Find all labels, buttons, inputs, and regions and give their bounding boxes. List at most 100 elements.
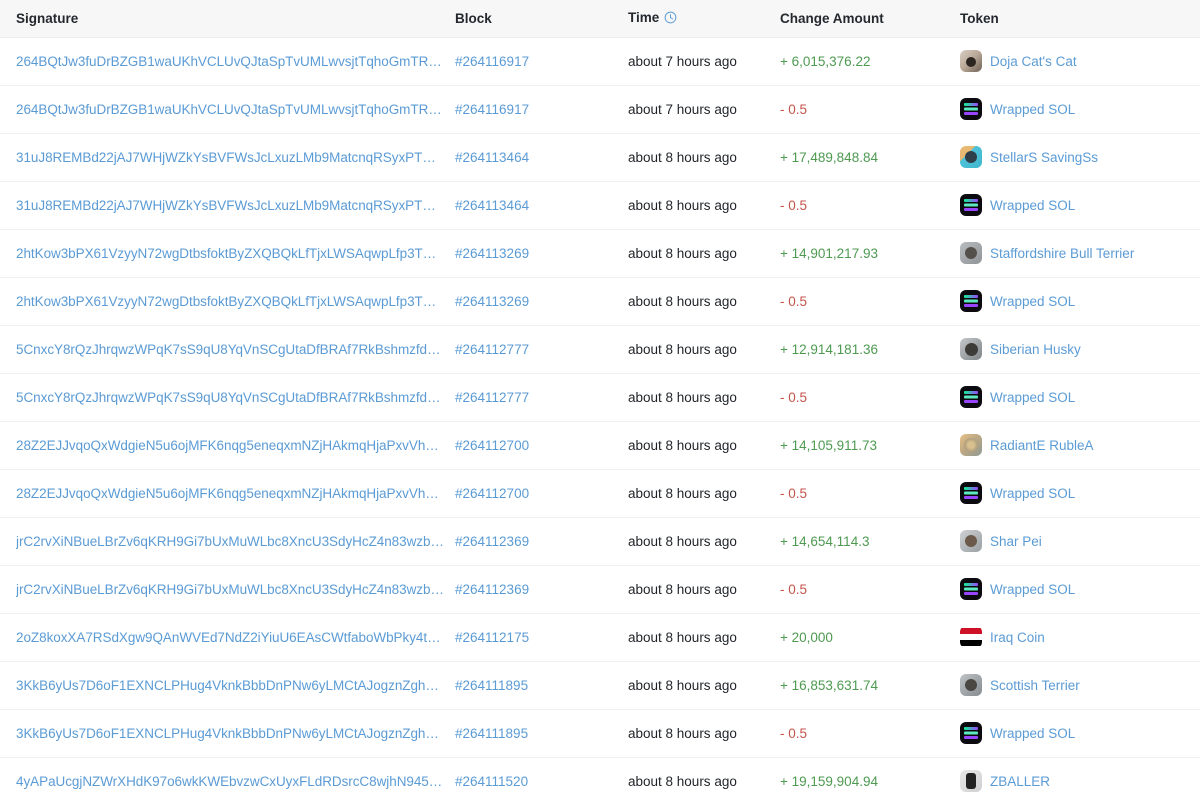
signature-link[interactable]: 28Z2EJJvqoQxWdgieN5u6ojMFK6nqg5eneqxmNZj…	[16, 438, 448, 453]
signature-link[interactable]: jrC2rvXiNBueLBrZv6qKRH9Gi7bUxMuWLbc8XncU…	[16, 582, 448, 597]
token-link[interactable]: Staffordshire Bull Terrier	[990, 246, 1134, 261]
signature-cell: 3KkB6yUs7D6oF1EXNCLPHug4VknkBbbDnPNw6yLM…	[0, 709, 455, 757]
signature-link[interactable]: 2htKow3bPX61VzyyN72wgDtbsfoktByZXQBQkLfT…	[16, 294, 448, 309]
token-cell: StellarS SavingSs	[960, 133, 1200, 181]
signature-cell: 28Z2EJJvqoQxWdgieN5u6ojMFK6nqg5eneqxmNZj…	[0, 421, 455, 469]
block-link[interactable]: #264112700	[455, 486, 529, 501]
signature-cell: 2htKow3bPX61VzyyN72wgDtbsfoktByZXQBQkLfT…	[0, 277, 455, 325]
block-link[interactable]: #264112369	[455, 534, 529, 549]
table-row[interactable]: 3KkB6yUs7D6oF1EXNCLPHug4VknkBbbDnPNw6yLM…	[0, 661, 1200, 709]
wrapped-sol-token-icon	[960, 578, 982, 600]
block-link[interactable]: #264113464	[455, 150, 529, 165]
token-link[interactable]: Wrapped SOL	[990, 486, 1075, 501]
table-row[interactable]: 4yAPaUcgjNZWrXHdK97o6wkKWEbvzwCxUyxFLdRD…	[0, 757, 1200, 795]
token-link[interactable]: Wrapped SOL	[990, 390, 1075, 405]
block-link[interactable]: #264112777	[455, 342, 529, 357]
table-row[interactable]: 28Z2EJJvqoQxWdgieN5u6ojMFK6nqg5eneqxmNZj…	[0, 469, 1200, 517]
block-link[interactable]: #264116917	[455, 102, 529, 117]
block-cell: #264112777	[455, 325, 628, 373]
token-link[interactable]: Wrapped SOL	[990, 726, 1075, 741]
change-amount-cell: - 0.5	[780, 469, 960, 517]
table-row[interactable]: 3KkB6yUs7D6oF1EXNCLPHug4VknkBbbDnPNw6yLM…	[0, 709, 1200, 757]
block-link[interactable]: #264112175	[455, 630, 529, 645]
table-row[interactable]: 28Z2EJJvqoQxWdgieN5u6ojMFK6nqg5eneqxmNZj…	[0, 421, 1200, 469]
block-link[interactable]: #264112369	[455, 582, 529, 597]
signature-link[interactable]: 31uJ8REMBd22jAJ7WHjWZkYsBVFWsJcLxuzLMb9M…	[16, 150, 448, 165]
token-cell: Iraq Coin	[960, 613, 1200, 661]
time-cell: about 8 hours ago	[628, 341, 737, 357]
signature-link[interactable]: 3KkB6yUs7D6oF1EXNCLPHug4VknkBbbDnPNw6yLM…	[16, 678, 448, 693]
table-row[interactable]: 2htKow3bPX61VzyyN72wgDtbsfoktByZXQBQkLfT…	[0, 277, 1200, 325]
token-wrapper: RadiantE RubleA	[960, 434, 1200, 456]
column-header-token[interactable]: Token	[960, 0, 1200, 38]
column-header-block[interactable]: Block	[455, 0, 628, 38]
signature-cell: 264BQtJw3fuDrBZGB1waUKhVCLUvQJtaSpTvUMLw…	[0, 37, 455, 85]
signature-link[interactable]: 5CnxcY8rQzJhrqwzWPqK7sS9qU8YqVnSCgUtaDfB…	[16, 342, 448, 357]
change-amount-value: - 0.5	[780, 725, 808, 741]
signature-cell: jrC2rvXiNBueLBrZv6qKRH9Gi7bUxMuWLbc8XncU…	[0, 565, 455, 613]
token-wrapper: Siberian Husky	[960, 338, 1200, 360]
table-row[interactable]: jrC2rvXiNBueLBrZv6qKRH9Gi7bUxMuWLbc8XncU…	[0, 565, 1200, 613]
token-cell: Wrapped SOL	[960, 373, 1200, 421]
column-header-time[interactable]: Time	[628, 0, 780, 38]
token-cell: ZBALLER	[960, 757, 1200, 795]
token-link[interactable]: RadiantE RubleA	[990, 438, 1094, 453]
token-link[interactable]: Wrapped SOL	[990, 582, 1075, 597]
token-link[interactable]: Iraq Coin	[990, 630, 1045, 645]
token-wrapper: StellarS SavingSs	[960, 146, 1200, 168]
change-amount-cell: + 20,000	[780, 613, 960, 661]
wrapped-sol-token-icon	[960, 98, 982, 120]
block-link[interactable]: #264113269	[455, 294, 529, 309]
table-row[interactable]: 264BQtJw3fuDrBZGB1waUKhVCLUvQJtaSpTvUMLw…	[0, 37, 1200, 85]
table-row[interactable]: 5CnxcY8rQzJhrqwzWPqK7sS9qU8YqVnSCgUtaDfB…	[0, 373, 1200, 421]
table-row[interactable]: 264BQtJw3fuDrBZGB1waUKhVCLUvQJtaSpTvUMLw…	[0, 85, 1200, 133]
table-row[interactable]: 5CnxcY8rQzJhrqwzWPqK7sS9qU8YqVnSCgUtaDfB…	[0, 325, 1200, 373]
token-link[interactable]: StellarS SavingSs	[990, 150, 1098, 165]
block-link[interactable]: #264111895	[455, 678, 528, 693]
signature-link[interactable]: 264BQtJw3fuDrBZGB1waUKhVCLUvQJtaSpTvUMLw…	[16, 102, 448, 117]
token-wrapper: Doja Cat's Cat	[960, 50, 1200, 72]
token-link[interactable]: Wrapped SOL	[990, 294, 1075, 309]
change-amount-value: + 20,000	[780, 629, 833, 645]
token-link[interactable]: Shar Pei	[990, 534, 1042, 549]
signature-link[interactable]: 2htKow3bPX61VzyyN72wgDtbsfoktByZXQBQkLfT…	[16, 246, 448, 261]
signature-link[interactable]: 264BQtJw3fuDrBZGB1waUKhVCLUvQJtaSpTvUMLw…	[16, 54, 448, 69]
table-row[interactable]: jrC2rvXiNBueLBrZv6qKRH9Gi7bUxMuWLbc8XncU…	[0, 517, 1200, 565]
signature-link[interactable]: 2oZ8koxXA7RSdXgw9QAnWVEd7NdZ2iYiuU6EAsCW…	[16, 630, 448, 645]
table-header: Signature Block Time Change Amount Token	[0, 0, 1200, 38]
table-row[interactable]: 31uJ8REMBd22jAJ7WHjWZkYsBVFWsJcLxuzLMb9M…	[0, 181, 1200, 229]
token-link[interactable]: Wrapped SOL	[990, 198, 1075, 213]
zballer-token-icon	[960, 770, 982, 792]
signature-link[interactable]: 31uJ8REMBd22jAJ7WHjWZkYsBVFWsJcLxuzLMb9M…	[16, 198, 448, 213]
token-link[interactable]: Doja Cat's Cat	[990, 54, 1077, 69]
block-link[interactable]: #264113269	[455, 246, 529, 261]
staffordshire-bull-terrier-token-icon	[960, 242, 982, 264]
signature-link[interactable]: 28Z2EJJvqoQxWdgieN5u6ojMFK6nqg5eneqxmNZj…	[16, 486, 448, 501]
token-link[interactable]: Siberian Husky	[990, 342, 1081, 357]
table-row[interactable]: 31uJ8REMBd22jAJ7WHjWZkYsBVFWsJcLxuzLMb9M…	[0, 133, 1200, 181]
token-cell: Wrapped SOL	[960, 181, 1200, 229]
token-link[interactable]: ZBALLER	[990, 774, 1050, 789]
clock-icon	[664, 11, 677, 27]
column-header-signature[interactable]: Signature	[0, 0, 455, 38]
table-row[interactable]: 2htKow3bPX61VzyyN72wgDtbsfoktByZXQBQkLfT…	[0, 229, 1200, 277]
block-link[interactable]: #264113464	[455, 198, 529, 213]
token-link[interactable]: Scottish Terrier	[990, 678, 1080, 693]
block-link[interactable]: #264111520	[455, 774, 528, 789]
signature-link[interactable]: 5CnxcY8rQzJhrqwzWPqK7sS9qU8YqVnSCgUtaDfB…	[16, 390, 448, 405]
signature-link[interactable]: 3KkB6yUs7D6oF1EXNCLPHug4VknkBbbDnPNw6yLM…	[16, 726, 448, 741]
table-row[interactable]: 2oZ8koxXA7RSdXgw9QAnWVEd7NdZ2iYiuU6EAsCW…	[0, 613, 1200, 661]
block-cell: #264112700	[455, 421, 628, 469]
change-amount-value: + 14,654,114.3	[780, 533, 870, 549]
token-link[interactable]: Wrapped SOL	[990, 102, 1075, 117]
token-cell: Wrapped SOL	[960, 709, 1200, 757]
signature-link[interactable]: 4yAPaUcgjNZWrXHdK97o6wkKWEbvzwCxUyxFLdRD…	[16, 774, 448, 789]
block-link[interactable]: #264112700	[455, 438, 529, 453]
token-wrapper: Wrapped SOL	[960, 482, 1200, 504]
block-link[interactable]: #264111895	[455, 726, 528, 741]
signature-link[interactable]: jrC2rvXiNBueLBrZv6qKRH9Gi7bUxMuWLbc8XncU…	[16, 534, 448, 549]
change-amount-cell: - 0.5	[780, 277, 960, 325]
column-header-change-amount[interactable]: Change Amount	[780, 0, 960, 38]
block-link[interactable]: #264116917	[455, 54, 529, 69]
block-link[interactable]: #264112777	[455, 390, 529, 405]
